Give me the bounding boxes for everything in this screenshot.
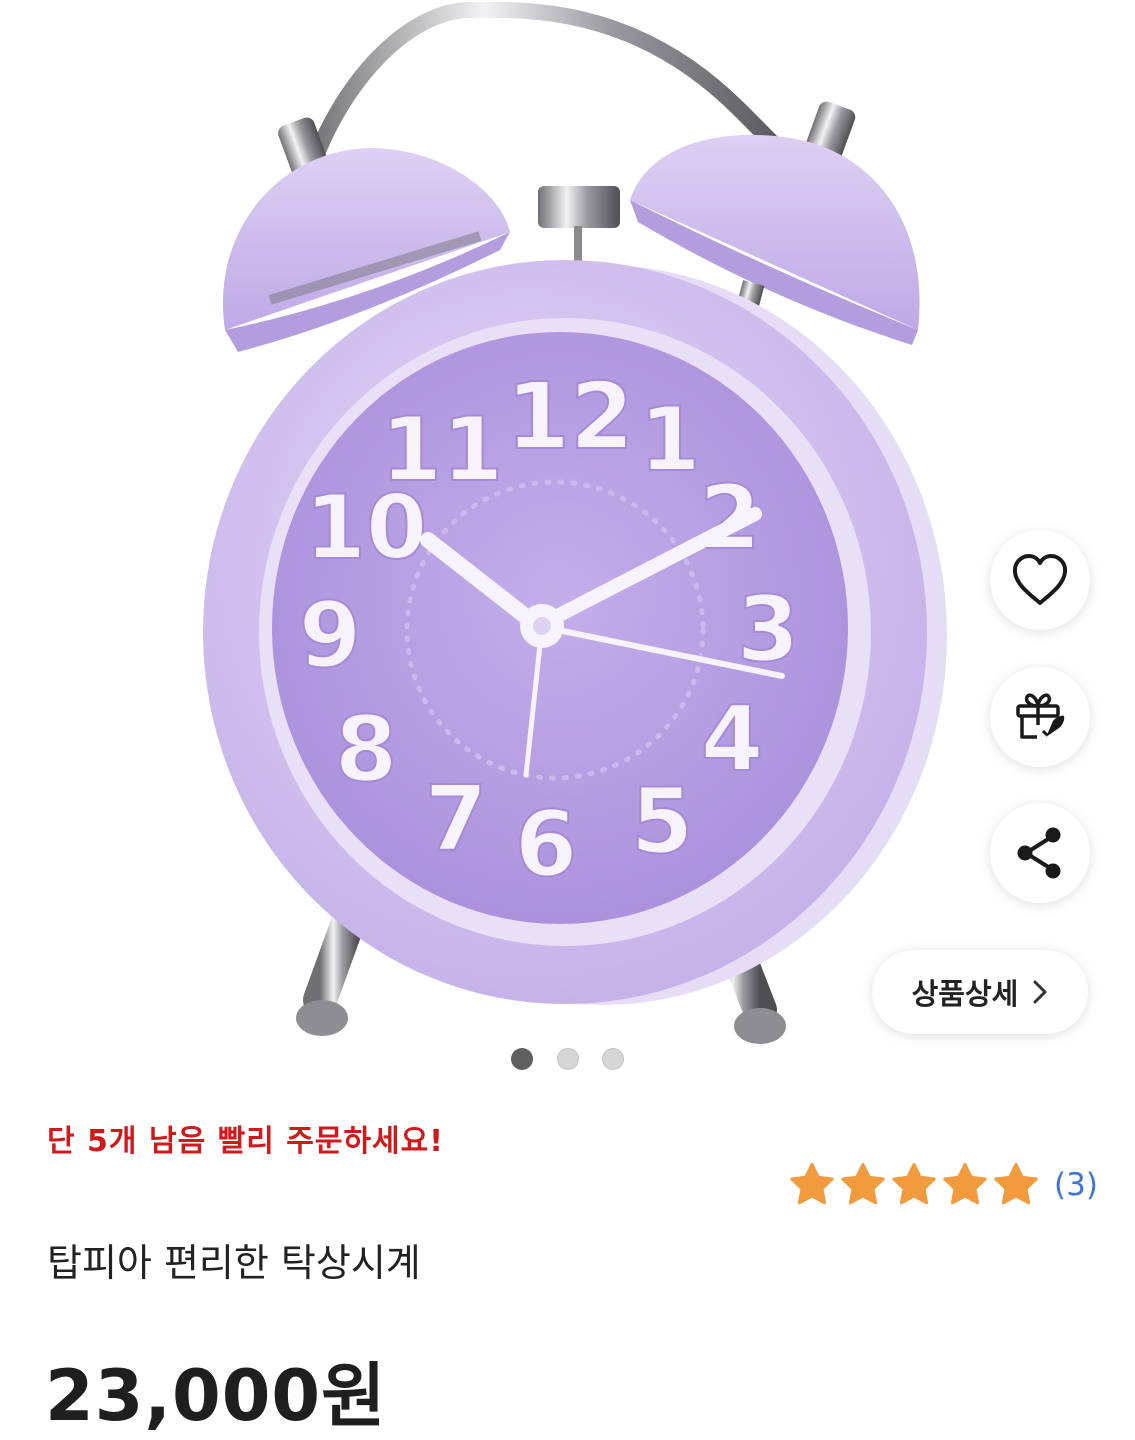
heart-icon [1012, 554, 1068, 605]
star-icon [841, 1162, 885, 1205]
svg-text:12: 12 [506, 363, 634, 470]
page-dot-1[interactable] [511, 1048, 533, 1070]
star-icon [994, 1162, 1038, 1205]
product-rating[interactable]: (3) [788, 1162, 1098, 1208]
chevron-right-icon [1033, 980, 1047, 1004]
product-detail-button[interactable]: 상품상세 [872, 950, 1088, 1034]
page-dot-2[interactable] [557, 1048, 579, 1070]
svg-text:4: 4 [701, 687, 764, 792]
product-title: 탑피아 편리한 탁상시계 [47, 1241, 421, 1285]
gift-icon [1016, 693, 1065, 739]
share-icon [1017, 827, 1061, 879]
rating-stars [788, 1162, 1040, 1208]
star-icon [943, 1162, 987, 1205]
product-price: 23,000원 [45, 1355, 387, 1437]
svg-text:8: 8 [335, 697, 398, 802]
svg-text:6: 6 [515, 792, 578, 897]
page-dot-3[interactable] [602, 1048, 624, 1070]
star-icon [790, 1162, 834, 1205]
product-image: 12 1 2 3 4 5 6 7 8 9 10 11 [203, 2, 947, 1044]
svg-text:5: 5 [631, 769, 694, 874]
product-gallery[interactable]: 12 1 2 3 4 5 6 7 8 9 10 11 상품상세 [0, 0, 1135, 1090]
star-icon [892, 1162, 936, 1205]
gift-button[interactable] [990, 667, 1090, 767]
like-button[interactable] [990, 530, 1090, 630]
svg-text:7: 7 [425, 767, 488, 872]
svg-text:11: 11 [381, 398, 503, 501]
gallery-pagination [0, 1048, 1135, 1072]
svg-text:1: 1 [639, 388, 700, 491]
share-button[interactable] [990, 803, 1090, 903]
product-detail-label: 상품상세 [911, 977, 1019, 1011]
stock-urgency-text: 단 5개 남음 빨리 주문하세요! [47, 1124, 444, 1159]
review-count[interactable]: (3) [1054, 1167, 1098, 1203]
svg-text:9: 9 [299, 583, 362, 688]
